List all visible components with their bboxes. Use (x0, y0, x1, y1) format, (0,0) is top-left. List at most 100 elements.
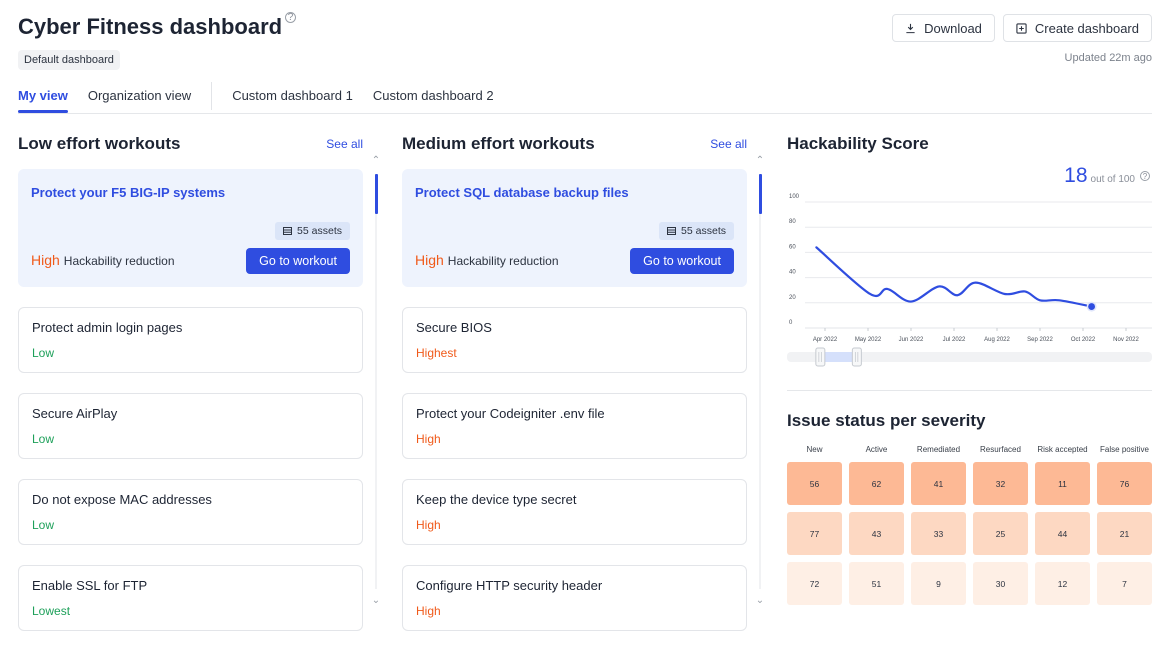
go-to-workout-button[interactable]: Go to workout (246, 248, 350, 274)
workout-title: Protect your Codeigniter .env file (416, 406, 605, 421)
x-tick-label: Apr 2022 (813, 337, 838, 343)
workout-level: Low (32, 432, 55, 446)
page-title-text: Cyber Fitness dashboard (18, 14, 283, 39)
medium-effort-see-all-link[interactable]: See all (710, 137, 747, 151)
heatmap-cell[interactable]: 30 (973, 562, 1028, 605)
heatmap-column-header: Active (865, 445, 888, 454)
workout-title: Do not expose MAC addresses (32, 492, 212, 507)
heatmap-cell[interactable]: 9 (911, 562, 966, 605)
low-effort-see-all-link[interactable]: See all (326, 137, 363, 151)
heatmap-cell[interactable]: 32 (973, 462, 1028, 505)
heatmap-cell[interactable]: 12 (1035, 562, 1090, 605)
tab-my-view[interactable]: My view (18, 82, 68, 113)
go-to-workout-button[interactable]: Go to workout (630, 248, 734, 274)
workout-card[interactable]: Configure HTTP security header High (402, 565, 747, 631)
x-tick-label: Jul 2022 (943, 337, 966, 343)
page-title: Cyber Fitness dashboard ? (18, 12, 297, 40)
right-panel: Hackability Score 18 out of 100 ? 0 20 40 6… (787, 134, 1152, 605)
workout-card[interactable]: Enable SSL for FTP Lowest (18, 565, 363, 631)
workout-card[interactable]: Protect admin login pages Low (18, 307, 363, 373)
scroll-up-icon[interactable]: ⌃ (370, 156, 382, 166)
workout-title: Protect admin login pages (32, 320, 183, 335)
scroll-down-icon[interactable]: ⌄ (370, 596, 382, 606)
workout-level: High (416, 518, 441, 532)
workout-card[interactable]: Protect your Codeigniter .env file High (402, 393, 747, 459)
x-tick-label: Aug 2022 (984, 337, 1010, 343)
heatmap-cell[interactable]: 76 (1097, 462, 1152, 505)
score-out-of: out of 100 (1090, 174, 1135, 185)
reduction-label: Hackability reduction (63, 254, 175, 268)
help-icon[interactable]: ? (285, 12, 297, 23)
scroll-thumb[interactable] (375, 174, 378, 214)
heatmap-column-header: False positive (1100, 445, 1149, 454)
workout-card[interactable]: Keep the device type secret High (402, 479, 747, 545)
default-dashboard-badge: Default dashboard (18, 50, 120, 70)
reduction-label: Hackability reduction (447, 254, 559, 268)
header-actions: Download Create dashboard (892, 14, 1152, 42)
y-tick-label: 40 (789, 270, 796, 276)
tab-custom-dashboard-2[interactable]: Custom dashboard 2 (373, 82, 494, 112)
workout-level: Low (32, 518, 55, 532)
y-tick-label: 80 (789, 219, 796, 225)
y-tick-label: 100 (789, 194, 800, 200)
heatmap-column-headers: New Active Remediated Resurfaced Risk accept… (787, 445, 1152, 454)
create-dashboard-button[interactable]: Create dashboard (1002, 14, 1152, 42)
heatmap-cell[interactable]: 44 (1035, 512, 1090, 555)
featured-workout-title[interactable]: Protect SQL database backup files (415, 185, 629, 200)
featured-workout-card[interactable]: Protect your F5 BIG-IP systems 55 assets… (18, 169, 363, 287)
page-header: Cyber Fitness dashboard ? Default dashbo… (18, 12, 1152, 70)
heatmap-cell[interactable]: 72 (787, 562, 842, 605)
heatmap-cell[interactable]: 62 (849, 462, 904, 505)
x-tick-label: Sep 2022 (1027, 337, 1053, 343)
tab-divider (211, 82, 213, 110)
help-icon[interactable]: ? (1140, 171, 1150, 181)
download-label: Download (924, 20, 982, 36)
heatmap-cell[interactable]: 77 (787, 512, 842, 555)
scroll-down-icon[interactable]: ⌄ (754, 596, 766, 606)
low-effort-scrollbar[interactable]: ⌃ ⌄ (370, 156, 382, 606)
workout-card[interactable]: Secure BIOS Highest (402, 307, 747, 373)
server-icon (667, 227, 677, 235)
workout-title: Enable SSL for FTP (32, 578, 148, 593)
heatmap-cell[interactable]: 56 (787, 462, 842, 505)
tab-organization-view[interactable]: Organization view (88, 82, 191, 112)
workout-card[interactable]: Secure AirPlay Low (18, 393, 363, 459)
y-tick-label: 20 (789, 295, 796, 301)
reduction-level: High (31, 252, 60, 268)
workout-card[interactable]: Do not expose MAC addresses Low (18, 479, 363, 545)
featured-workout-card[interactable]: Protect SQL database backup files 55 ass… (402, 169, 747, 287)
y-tick-label: 0 (789, 320, 793, 326)
medium-effort-panel: Medium effort workouts See all Protect S… (402, 134, 772, 631)
heatmap-column-header: Risk accepted (1037, 445, 1088, 454)
create-dashboard-label: Create dashboard (1034, 20, 1139, 36)
workout-level: Lowest (32, 604, 71, 618)
heatmap-cell[interactable]: 11 (1035, 462, 1090, 505)
hackability-score-title: Hackability Score (787, 134, 929, 153)
heatmap-cell[interactable]: 43 (849, 512, 904, 555)
range-slider-end-handle[interactable] (851, 347, 862, 367)
workout-level: High (416, 432, 441, 446)
heatmap-cell[interactable]: 51 (849, 562, 904, 605)
scroll-track[interactable] (375, 174, 377, 589)
hackability-line-chart: 0 20 40 60 80 100 Apr 2022 May 2022 Jun 2022 Jul … (787, 194, 1152, 367)
low-effort-title: Low effort workouts (18, 134, 181, 153)
scroll-up-icon[interactable]: ⌃ (754, 156, 766, 166)
scroll-thumb[interactable] (759, 174, 762, 214)
score-line (815, 246, 1093, 308)
scroll-track[interactable] (759, 174, 761, 589)
range-slider-start-handle[interactable] (815, 347, 826, 367)
workout-level: High (416, 604, 441, 618)
heatmap-cell[interactable]: 41 (911, 462, 966, 505)
heatmap-cell[interactable]: 25 (973, 512, 1028, 555)
x-tick-label: Nov 2022 (1113, 337, 1139, 343)
download-icon (906, 23, 915, 33)
tab-custom-dashboard-1[interactable]: Custom dashboard 1 (232, 82, 353, 112)
heatmap-cell[interactable]: 7 (1097, 562, 1152, 605)
medium-effort-scrollbar[interactable]: ⌃ ⌄ (754, 156, 766, 606)
featured-workout-title[interactable]: Protect your F5 BIG-IP systems (31, 185, 225, 200)
heatmap-cell[interactable]: 33 (911, 512, 966, 555)
workout-level: Low (32, 346, 55, 360)
heatmap-column-header: Resurfaced (980, 445, 1021, 454)
heatmap-cell[interactable]: 21 (1097, 512, 1152, 555)
download-button[interactable]: Download (892, 14, 995, 42)
